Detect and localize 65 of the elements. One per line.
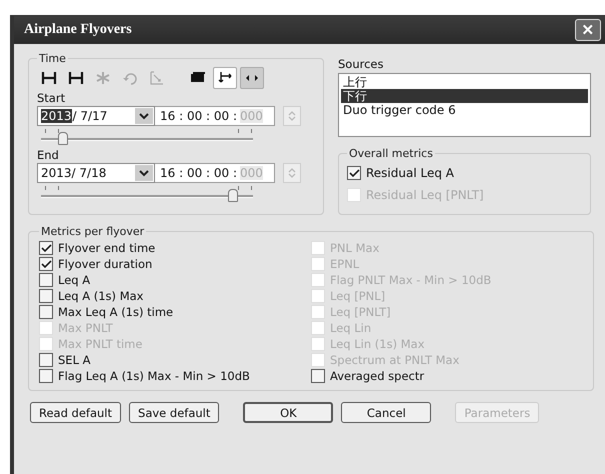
checkbox[interactable] [311,369,325,383]
toolbar-toggle[interactable] [240,67,264,89]
time-field[interactable]: 16 : 00 : 00 : 000 [155,163,275,183]
checkbox-label: Leq A (1s) Max [58,289,144,303]
list-item[interactable]: 上行 [341,75,588,89]
default-button[interactable]: OK [243,402,334,423]
checkbox-label: SEL A [58,353,90,367]
bracket-icon [68,71,84,85]
checkbox-label: Residual Leq A [366,166,454,180]
checkbox[interactable] [39,241,53,255]
group-title: Time [38,52,67,65]
checkbox-label: Leq Lin [330,321,372,335]
time-slider[interactable] [41,185,253,203]
cards-icon [190,71,206,85]
checkbox[interactable] [39,257,53,271]
checkbox-label: EPNL [330,257,360,271]
spin-button[interactable] [283,106,301,126]
arrows-icon [217,71,233,85]
checkbox-label: Flag Leq A (1s) Max - Min > 10dB [58,369,250,383]
checkbox[interactable] [39,289,53,303]
dialog-button[interactable]: Cancel [341,402,432,423]
dropdown-icon [135,165,153,181]
time-slider[interactable] [41,128,253,146]
dialog-button[interactable]: Read default [30,402,122,423]
time-field[interactable]: 16 : 00 : 00 : 000 [155,106,275,126]
checkbox-label: Leq [PNLT] [330,305,391,319]
checkbox-label: Max Leq A (1s) time [58,305,174,319]
dialog-button[interactable]: Save default [129,402,220,423]
spin-arrows-icon [288,167,296,179]
date-picker[interactable]: 2013/ 7/18 [37,163,155,183]
group-title: Overall metrics [348,147,434,160]
checkbox-label: Leq A [58,273,90,287]
checkbox[interactable] [39,273,53,287]
spin-arrows-icon [288,110,296,122]
checkbox-label: Max PNLT time [58,337,142,351]
checkbox[interactable] [39,353,53,367]
field-label: End [37,148,59,162]
close-button[interactable]: ✕ [575,19,601,41]
checkbox-label: Residual Leq [PNLT] [366,188,484,202]
window-title: Airplane Flyovers [24,22,132,38]
list-item[interactable]: 下行 [341,89,588,103]
spin-button[interactable] [283,163,301,183]
checkbox-label: Flyover duration [58,257,152,271]
toolbar-toggle[interactable] [213,67,237,89]
star-icon [95,71,111,85]
checkbox-label: PNL Max [330,241,380,255]
checkbox-label: Flag PNLT Max - Min > 10dB [330,273,492,287]
list-item[interactable]: Duo trigger code 6 [341,103,588,117]
checkbox-label: Flyover end time [58,241,156,255]
dropdown-icon [135,108,153,124]
frame-icon [149,71,165,85]
group-title: Metrics per flyover [40,225,146,238]
list-label: Sources [338,57,384,71]
undo-icon [122,71,138,85]
checkbox-label: Averaged spectr [330,369,424,383]
checkbox-label: Spectrum at PNLT Max [330,353,460,367]
checkbox-label: Leq Lin (1s) Max [330,337,424,351]
date-picker[interactable]: 2013/ 7/17 [37,106,155,126]
checkbox[interactable] [39,305,53,319]
bracket-icon [41,71,57,85]
checkbox[interactable] [39,369,53,383]
checkbox[interactable] [347,166,361,180]
field-label: Start [37,91,66,105]
checkbox-label: Leq [PNL] [330,289,386,303]
checkbox-label: Max PNLT [58,321,113,335]
